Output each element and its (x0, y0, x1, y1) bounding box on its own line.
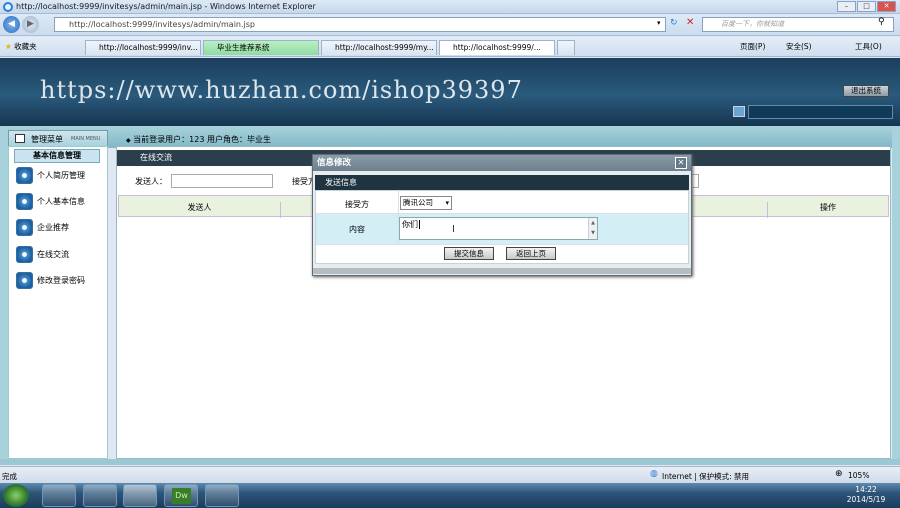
star-icon: ★ (5, 42, 12, 51)
submit-button[interactable]: 提交信息 (444, 247, 494, 260)
page-menu[interactable]: 页面(P) (740, 41, 765, 52)
chevron-down-icon: ▾ (445, 199, 449, 207)
search-icon[interactable]: ⚲ (878, 17, 885, 27)
gear-icon (16, 219, 33, 236)
window-title: http://localhost:9999/invitesys/admin/ma… (16, 2, 316, 11)
dreamweaver-icon[interactable]: Dw (164, 484, 198, 507)
menu-icon (15, 134, 25, 143)
content-field-label: 内容 (349, 225, 365, 234)
ie-taskbar-icon[interactable] (123, 484, 157, 507)
favorites-button[interactable]: ★ 收藏夹 (5, 41, 37, 52)
system-clock: 14:22 2014/5/19 (846, 485, 886, 504)
refresh-icon[interactable]: ↻ (670, 18, 678, 28)
gear-icon (16, 167, 33, 184)
media-player-icon[interactable] (83, 484, 117, 507)
content-textarea[interactable]: 你们 ▲ ▼ (399, 217, 598, 240)
tab-3[interactable]: http://localhost:9999/my... (321, 40, 437, 55)
menu-subtitle: MAIN MENU (71, 136, 101, 142)
form-divider (316, 244, 688, 245)
banner-strip (748, 105, 893, 119)
sidebar-item-resume[interactable]: 个人简历管理 (16, 166, 85, 186)
back-arrow-icon[interactable]: ◀ (3, 16, 20, 33)
menu-title: 管理菜单 (31, 135, 63, 144)
dialog-subtitle: 发送信息 (315, 175, 689, 190)
receiver-select[interactable]: 腾讯公司 ▾ (400, 196, 452, 210)
bullet-icon: ◆ (126, 137, 131, 144)
address-toolbar: ◀ ▶ http://localhost:9999/invitesys/admi… (0, 14, 900, 36)
start-button[interactable] (3, 484, 29, 507)
sidebar-item-basic-info[interactable]: 个人基本信息 (16, 192, 85, 212)
status-bar: 完成 ◍ Internet | 保护模式: 禁用 ⊕ 105% (0, 466, 900, 483)
stop-icon[interactable]: ✕ (686, 17, 694, 28)
ie-logo-icon (3, 2, 13, 12)
tab-4-active[interactable]: http://localhost:9999/... (439, 40, 555, 55)
close-window-button[interactable]: ✕ (877, 1, 896, 12)
receiver-field-label: 接受方 (345, 200, 369, 209)
dialog-close-icon[interactable]: ✕ (675, 157, 687, 169)
sidebar-section-title: 基本信息管理 (14, 149, 100, 163)
logout-button[interactable]: 退出系统 (843, 85, 889, 97)
app-icon[interactable] (205, 484, 239, 507)
back-button[interactable]: 返回上页 (506, 247, 556, 260)
search-input[interactable]: 百度一下，你就知道 (702, 17, 894, 32)
sender-label: 发送人： (135, 177, 167, 186)
new-tab-button[interactable] (557, 40, 575, 55)
safety-menu[interactable]: 安全(S) (786, 41, 812, 52)
forward-arrow-icon[interactable]: ▶ (22, 16, 39, 33)
taskbar: Dw (0, 483, 900, 508)
sender-input[interactable] (171, 174, 273, 188)
window-titlebar: http://localhost:9999/invitesys/admin/ma… (0, 0, 900, 14)
monitor-icon (733, 106, 745, 117)
column-sender: 发送人 (119, 202, 281, 218)
sidebar-item-company[interactable]: 企业推荐 (16, 218, 69, 238)
tab-1[interactable]: http://localhost:9999/inv... (85, 40, 201, 55)
dropdown-arrow-icon[interactable]: ▾ (657, 19, 661, 27)
dialog-title: 信息修改 (313, 155, 691, 171)
tab-2[interactable]: 毕业生推荐系统 (203, 40, 319, 55)
gear-icon (16, 193, 33, 210)
ibeam-cursor-icon: I (452, 224, 455, 235)
sidebar-item-chat[interactable]: 在线交流 (16, 245, 69, 265)
watermark-text: https://www.huzhan.com/ishop39397 (40, 76, 523, 104)
zone-text: Internet | 保护模式: 禁用 (662, 472, 749, 481)
minimize-button[interactable]: – (837, 1, 856, 12)
sidebar-item-password[interactable]: 修改登录密码 (16, 271, 85, 291)
explorer-folder-icon[interactable] (42, 484, 76, 507)
user-info: ◆ 当前登录用户：123 用户角色：毕业生 (126, 135, 271, 144)
text-cursor (419, 220, 420, 229)
zoom-icon: ⊕ (835, 469, 843, 479)
url-field[interactable]: http://localhost:9999/invitesys/admin/ma… (54, 17, 666, 32)
gear-icon (16, 246, 33, 263)
tab-bar: ★ 收藏夹 http://localhost:9999/inv... 毕业生推荐… (0, 37, 900, 57)
textarea-scrollbar[interactable]: ▲ ▼ (588, 218, 597, 239)
tools-menu[interactable]: 工具(O) (855, 41, 882, 52)
bottom-border (0, 459, 900, 465)
gear-icon (16, 272, 33, 289)
maximize-button[interactable]: □ (857, 1, 876, 12)
globe-icon: ◍ (650, 469, 658, 479)
search-button[interactable] (691, 174, 699, 188)
zoom-level[interactable]: 105% (848, 471, 869, 480)
column-action: 操作 (767, 202, 888, 218)
status-text: 完成 (2, 472, 17, 481)
dialog-footer (313, 268, 691, 274)
